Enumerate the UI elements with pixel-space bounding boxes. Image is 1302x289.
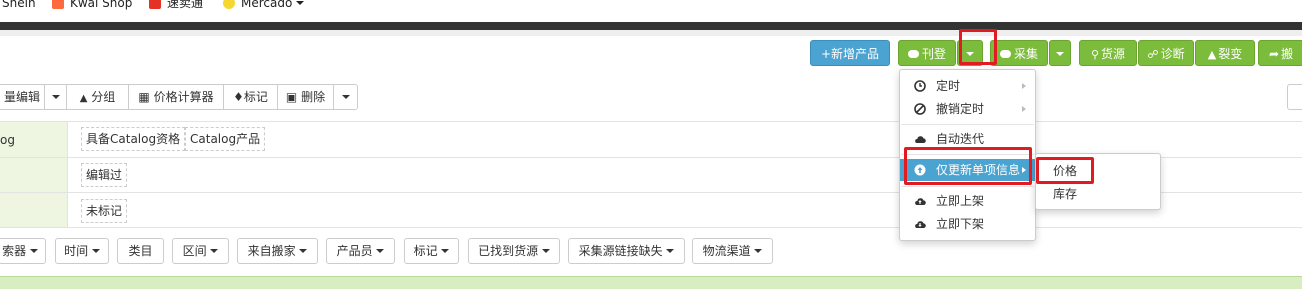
filter-option-edited[interactable]: 编辑过 <box>81 163 128 187</box>
add-product-button[interactable]: +新增产品 <box>810 40 890 66</box>
bookmark-aliexpress[interactable]: 速卖通 <box>149 0 203 10</box>
search-icon: ⚲ <box>1090 48 1100 61</box>
filter-from-move-dropdown[interactable]: 来自搬家 <box>237 238 318 264</box>
filter-label-catalog: og <box>0 122 68 157</box>
chevron-right-icon <box>1022 83 1026 89</box>
filter-option-catalog-eligible[interactable]: 具备Catalog资格 <box>81 127 186 151</box>
variant-button[interactable]: ▲ 裂变 <box>1195 40 1255 66</box>
menu-item-auto-iterate[interactable]: 自动迭代 <box>900 128 1035 150</box>
filter-product-staff-dropdown[interactable]: 产品员 <box>326 238 395 264</box>
caret-down-icon <box>210 249 219 253</box>
share-icon: ➦ <box>1269 47 1280 61</box>
sitemap-icon: ▲ <box>79 93 88 104</box>
filter-row-catalog: og 具备Catalog资格 Catalog产品 <box>0 121 1302 157</box>
caret-down-icon <box>1056 52 1064 56</box>
source-button[interactable]: ⚲ 货源 <box>1079 40 1137 66</box>
filter-source-link-missing-dropdown[interactable]: 采集源链接缺失 <box>568 238 685 264</box>
clock-icon <box>914 80 926 92</box>
caret-down-icon <box>541 249 550 253</box>
publish-button[interactable]: 刊登 <box>898 40 956 66</box>
cloud-upload-icon <box>999 50 1011 58</box>
menu-item-cancel-schedule[interactable]: 撤销定时 <box>900 98 1035 120</box>
more-dropdown[interactable] <box>334 85 357 109</box>
chevron-down-icon <box>296 1 305 5</box>
caret-down-icon <box>91 249 100 253</box>
mark-button[interactable]: ♦标记 <box>224 85 278 109</box>
submenu-item-price[interactable]: 价格 <box>1036 160 1160 182</box>
batch-edit-dropdown[interactable] <box>45 85 67 109</box>
caret-down-icon <box>29 249 38 253</box>
collect-dropdown-toggle[interactable] <box>1049 40 1071 66</box>
table-icon: ▦ <box>138 90 150 104</box>
filter-label-edited <box>0 158 68 192</box>
cloud-download-icon <box>915 221 926 228</box>
cloud-upload-icon <box>915 198 926 205</box>
publish-dropdown-menu: 定时 撤销定时 自动迭代 仅更新单项信息 立即上架 立即下架 <box>899 69 1036 241</box>
menu-divider <box>901 186 1034 187</box>
caret-down-icon <box>51 95 60 99</box>
filter-option-catalog-product[interactable]: Catalog产品 <box>185 127 266 151</box>
up-circle-icon <box>914 164 926 176</box>
update-single-info-submenu: 价格 库存 <box>1035 153 1161 210</box>
filter-time-dropdown[interactable]: 时间 <box>55 238 109 264</box>
side-button[interactable] <box>1287 84 1302 110</box>
menu-divider <box>901 154 1034 155</box>
move-button[interactable]: ➦ 搬 <box>1258 40 1302 66</box>
menu-item-schedule[interactable]: 定时 <box>900 75 1035 97</box>
filter-range-dropdown[interactable]: 区间 <box>172 238 229 264</box>
batch-edit-button[interactable]: 量编辑 <box>0 85 45 109</box>
menu-item-delist-now[interactable]: 立即下架 <box>900 213 1035 235</box>
tag-icon: ♦ <box>233 90 244 104</box>
filter-found-source-dropdown[interactable]: 已找到货源 <box>468 238 560 264</box>
filter-search-dropdown[interactable]: 索器 <box>0 238 46 264</box>
secondary-toolbar: 量编辑 ▲ 分组 ▦ 价格计算器 ♦标记 ▣ 删除 <box>0 84 358 110</box>
group-button[interactable]: ▲ 分组 <box>67 85 129 109</box>
stethoscope-icon: ☍ <box>1147 48 1159 61</box>
menu-item-update-single-info[interactable]: 仅更新单项信息 <box>900 159 1035 181</box>
cloud-icon <box>915 136 926 143</box>
kwai-icon <box>52 0 64 9</box>
caret-down-icon <box>966 52 974 56</box>
sitemap-icon: ▲ <box>1207 48 1217 61</box>
caret-down-icon <box>666 249 675 253</box>
bookmark-shein[interactable]: Shein <box>2 0 36 10</box>
filter-option-unmarked[interactable]: 未标记 <box>81 199 128 223</box>
publish-dropdown-toggle[interactable] <box>957 40 983 66</box>
diagnose-button[interactable]: ☍ 诊断 <box>1138 40 1194 66</box>
collect-button[interactable]: 采集 <box>990 40 1048 66</box>
chevron-right-icon <box>1022 106 1026 112</box>
delete-button[interactable]: ▣ 删除 <box>278 85 334 109</box>
page-header-strip <box>0 22 1302 36</box>
cloud-upload-icon <box>907 50 919 58</box>
filter-category-button[interactable]: 类目 <box>117 238 164 264</box>
caret-down-icon <box>341 95 350 99</box>
filter-label-mark <box>0 193 68 227</box>
caret-down-icon <box>376 249 385 253</box>
chevron-right-icon <box>1022 167 1026 173</box>
ban-icon <box>914 103 926 115</box>
bookmark-kwai-shop[interactable]: Kwai Shop <box>52 0 132 10</box>
menu-item-list-now[interactable]: 立即上架 <box>900 190 1035 212</box>
menu-divider <box>901 124 1034 125</box>
trash-icon: ▣ <box>285 90 298 104</box>
caret-down-icon <box>441 249 450 253</box>
bookmark-mercado[interactable]: Mercado <box>223 0 305 10</box>
caret-down-icon <box>299 249 308 253</box>
product-table-header <box>0 276 1302 289</box>
submenu-item-stock[interactable]: 库存 <box>1036 183 1160 205</box>
mercado-icon <box>223 0 235 9</box>
filter-logistics-dropdown[interactable]: 物流渠道 <box>692 238 773 264</box>
caret-down-icon <box>754 249 763 253</box>
filter-mark-dropdown[interactable]: 标记 <box>404 238 459 264</box>
price-calculator-button[interactable]: ▦ 价格计算器 <box>129 85 224 109</box>
aliexpress-icon <box>149 0 161 9</box>
bookmarks-bar: Shein Kwai Shop 速卖通 Mercado <box>0 0 1302 20</box>
